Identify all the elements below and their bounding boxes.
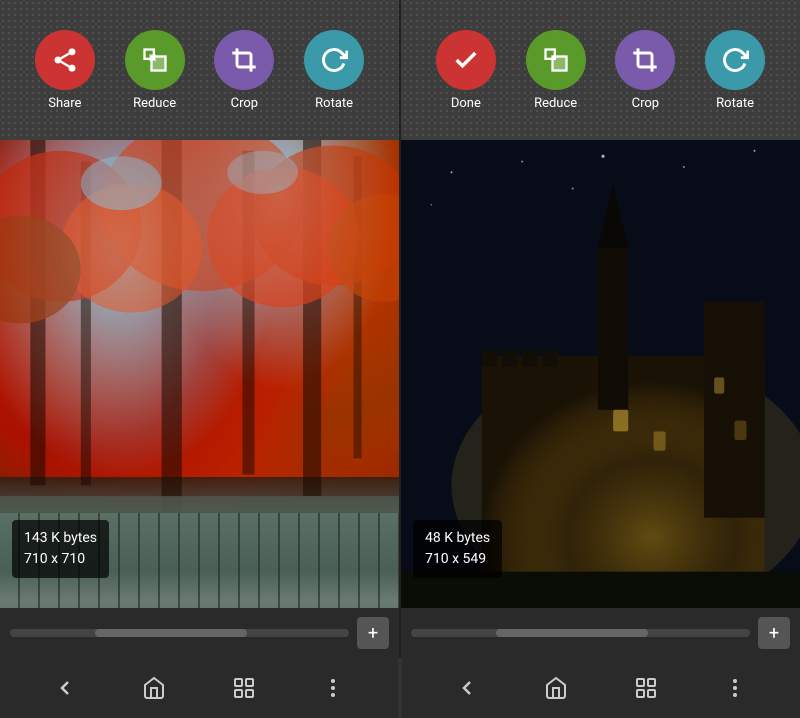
- rotate-icon-circle-left: [304, 30, 364, 90]
- home-icon-left: [142, 676, 166, 700]
- right-image-panel[interactable]: 48 K bytes 710 x 549 +: [401, 140, 800, 658]
- image-panels: 143 K bytes 710 x 710 +: [0, 140, 800, 658]
- more-icon-left: [321, 676, 345, 700]
- left-toolbar: Share Reduce: [0, 0, 399, 140]
- share-icon: [51, 46, 79, 74]
- toolbars-row: Share Reduce: [0, 0, 800, 140]
- rotate-label-right: Rotate: [716, 96, 754, 111]
- crop-icon-right: [631, 46, 659, 74]
- right-scroll-thumb: [496, 629, 649, 637]
- done-button[interactable]: Done: [436, 30, 496, 111]
- left-image-info: 143 K bytes 710 x 710: [12, 520, 109, 578]
- done-icon-circle: [436, 30, 496, 90]
- back-icon-left: [53, 676, 77, 700]
- right-recent-button[interactable]: [626, 668, 666, 708]
- left-home-button[interactable]: [134, 668, 174, 708]
- left-info-line2: 710 x 710: [24, 549, 97, 570]
- crop-icon-circle-right: [615, 30, 675, 90]
- crop-label-left: Crop: [231, 96, 258, 111]
- share-label: Share: [48, 96, 81, 111]
- right-add-button[interactable]: +: [758, 617, 790, 649]
- back-icon-right: [455, 676, 479, 700]
- crop-label-right: Crop: [632, 96, 659, 111]
- right-info-line2: 710 x 549: [425, 549, 490, 570]
- reduce-icon-right: [542, 46, 570, 74]
- rotate-icon-left: [320, 46, 348, 74]
- left-back-button[interactable]: [45, 668, 85, 708]
- left-action-bar: +: [0, 608, 399, 658]
- nav-bar: [0, 658, 800, 718]
- right-scroll-track[interactable]: [411, 629, 750, 637]
- reduce-icon-circle-left: [125, 30, 185, 90]
- home-icon-right: [544, 676, 568, 700]
- right-info-line1: 48 K bytes: [425, 528, 490, 549]
- reduce-button-right[interactable]: Reduce: [526, 30, 586, 111]
- reduce-icon-left: [141, 46, 169, 74]
- rotate-button-right[interactable]: Rotate: [705, 30, 765, 111]
- reduce-button-left[interactable]: Reduce: [125, 30, 185, 111]
- left-info-line1: 143 K bytes: [24, 528, 97, 549]
- left-scroll-track[interactable]: [10, 629, 349, 637]
- right-nav: [402, 658, 800, 718]
- left-recent-button[interactable]: [224, 668, 264, 708]
- reduce-label-left: Reduce: [133, 96, 176, 111]
- rotate-label-left: Rotate: [315, 96, 353, 111]
- right-toolbar: Done Reduce Crop: [401, 0, 800, 140]
- tree-overlay: [0, 140, 399, 658]
- crop-button-left[interactable]: Crop: [214, 30, 274, 111]
- right-home-button[interactable]: [536, 668, 576, 708]
- more-icon-right: [723, 676, 747, 700]
- right-more-button[interactable]: [715, 668, 755, 708]
- left-image-panel[interactable]: 143 K bytes 710 x 710 +: [0, 140, 401, 658]
- done-icon: [452, 46, 480, 74]
- recent-icon-right: [634, 676, 658, 700]
- rotate-icon-right: [721, 46, 749, 74]
- rotate-icon-circle-right: [705, 30, 765, 90]
- reduce-label-right: Reduce: [534, 96, 577, 111]
- main-container: Share Reduce: [0, 0, 800, 718]
- left-nav: [0, 658, 400, 718]
- done-label: Done: [451, 96, 481, 111]
- crop-icon-circle-left: [214, 30, 274, 90]
- right-image-info: 48 K bytes 710 x 549: [413, 520, 502, 578]
- right-back-button[interactable]: [447, 668, 487, 708]
- right-action-bar: +: [401, 608, 800, 658]
- rotate-button-left[interactable]: Rotate: [304, 30, 364, 111]
- left-scroll-thumb: [95, 629, 248, 637]
- crop-button-right[interactable]: Crop: [615, 30, 675, 111]
- left-more-button[interactable]: [313, 668, 353, 708]
- castle-svg: [401, 140, 800, 658]
- autumn-image: [0, 140, 399, 658]
- left-add-button[interactable]: +: [357, 617, 389, 649]
- recent-icon-left: [232, 676, 256, 700]
- reduce-icon-circle-right: [526, 30, 586, 90]
- share-button[interactable]: Share: [35, 30, 95, 111]
- share-icon-circle: [35, 30, 95, 90]
- crop-icon-left: [230, 46, 258, 74]
- castle-image: [401, 140, 800, 658]
